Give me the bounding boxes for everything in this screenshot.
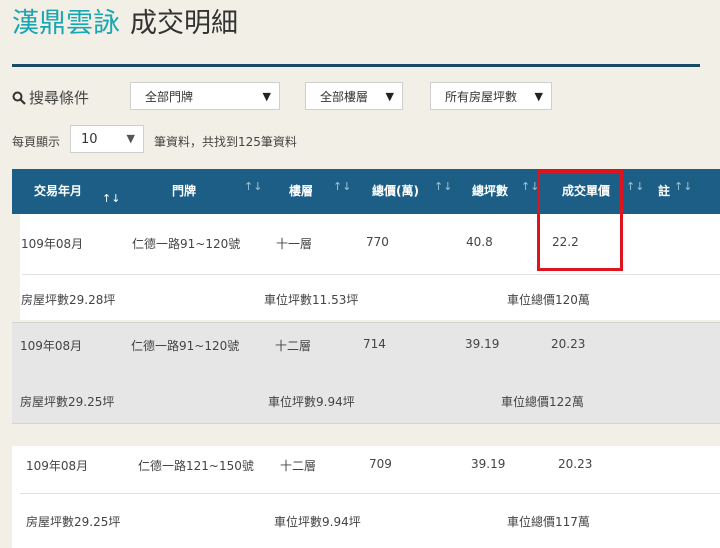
cell-door: 仁德一路91~120號 [131,339,240,353]
cell-floor: 十二層 [280,459,317,473]
header-floor[interactable]: 樓層 [289,169,313,214]
cell-house-area: 房屋坪數29.28坪 [21,293,116,307]
chevron-down-icon: ▼ [262,90,271,103]
floor-select[interactable]: 全部樓層 ▼ [305,82,403,110]
cell-parking-price: 車位總價117萬 [507,515,590,529]
sort-desc-icon[interactable]: ↑↓ [102,192,120,205]
page-title: 漢鼎雲詠 成交明細 [12,4,238,44]
cell-parking-area: 車位坪數11.53坪 [264,293,359,307]
sort-icon[interactable]: ↑↓ [333,180,351,193]
cell-parking-price: 車位總價122萬 [501,395,584,409]
cell-total: 709 [369,457,392,471]
cell-area: 40.8 [466,235,493,249]
header-door[interactable]: 門牌 [172,169,196,214]
header-note[interactable]: 註 [658,169,670,214]
cell-floor: 十一層 [276,237,313,251]
cell-total: 714 [363,337,386,351]
per-page-select[interactable]: 10 ▼ [70,125,144,153]
cell-date: 109年08月 [26,459,89,473]
chevron-down-icon: ▼ [534,90,543,103]
chevron-down-icon: ▼ [126,132,135,145]
title-divider [12,64,700,67]
sort-icon[interactable]: ↑↓ [434,180,452,193]
highlight-box [537,170,623,271]
table-row: 109年08月 仁德一路91~120號 十二層 714 39.19 20.23 … [12,322,720,424]
cell-date: 109年08月 [20,339,83,353]
sort-icon[interactable]: ↑↓ [674,180,692,193]
result-count: 筆資料，共找到125筆資料 [154,135,297,149]
cell-unit: 20.23 [551,337,586,351]
cell-floor: 十二層 [275,339,312,353]
cell-door: 仁德一路121~150號 [138,459,254,473]
table-row: 109年08月 仁德一路121~150號 十二層 709 39.19 20.23… [0,446,720,548]
cell-door: 仁德一路91~120號 [132,237,241,251]
cell-date: 109年08月 [21,237,84,251]
header-area[interactable]: 總坪數 [472,169,508,214]
per-page-value: 10 [81,131,98,147]
cell-parking-area: 車位坪數9.94坪 [268,395,355,409]
cell-total: 770 [366,235,389,249]
header-date[interactable]: 交易年月 [34,169,82,214]
cell-parking-area: 車位坪數9.94坪 [274,515,361,529]
area-select-value: 所有房屋坪數 [445,89,518,104]
search-label: 搜尋條件 [29,89,90,107]
cell-house-area: 房屋坪數29.25坪 [20,395,115,409]
cell-area: 39.19 [471,457,506,471]
cell-unit: 20.23 [558,457,593,471]
door-select[interactable]: 全部門牌 ▼ [130,82,280,110]
search-icon [12,91,26,105]
page-subtitle: 成交明細 [130,8,238,39]
brand-name: 漢鼎雲詠 [12,8,120,39]
area-select[interactable]: 所有房屋坪數 ▼ [430,82,552,110]
cell-area: 39.19 [465,337,500,351]
cell-parking-price: 車位總價120萬 [507,293,590,307]
door-select-value: 全部門牌 [145,89,194,104]
floor-select-value: 全部樓層 [320,89,369,104]
chevron-down-icon: ▼ [385,90,394,103]
per-page-label: 每頁顯示 [12,135,61,149]
sort-icon[interactable]: ↑↓ [244,180,262,193]
search-conditions: 搜尋條件 [12,87,89,108]
header-total[interactable]: 總價(萬) [372,169,419,214]
cell-house-area: 房屋坪數29.25坪 [26,515,121,529]
sort-icon[interactable]: ↑↓ [626,180,644,193]
